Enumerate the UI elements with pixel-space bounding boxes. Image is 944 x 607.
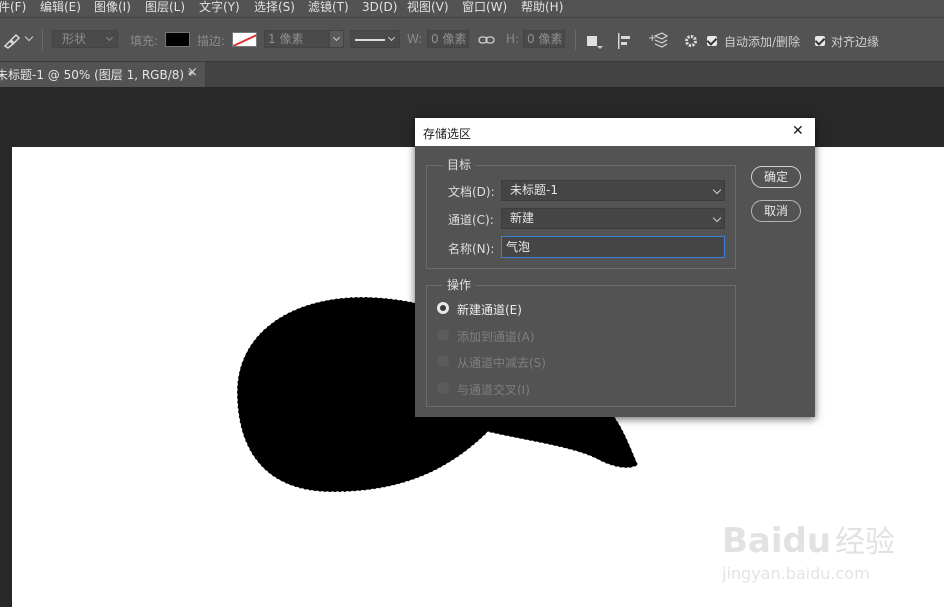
chevron-down-icon <box>712 185 722 195</box>
ok-button[interactable]: 确定 <box>751 166 801 188</box>
menu-select[interactable]: 选择(S) <box>254 0 295 17</box>
menu-image[interactable]: 图像(I) <box>94 0 131 17</box>
chevron-down-icon <box>387 33 396 42</box>
fill-swatch[interactable] <box>165 32 190 47</box>
name-input[interactable]: 气泡 <box>501 236 725 258</box>
divider <box>42 30 43 50</box>
menu-layer[interactable]: 图层(L) <box>145 0 185 17</box>
watermark-brand: Bai <box>722 521 783 561</box>
link-icon[interactable] <box>478 34 496 46</box>
menu-edit[interactable]: 编辑(E) <box>40 0 81 17</box>
add-to-channel-radio <box>437 329 449 341</box>
align-edges-checkbox[interactable] <box>815 36 825 46</box>
path-alignment-icon[interactable] <box>617 32 633 50</box>
channel-select-value: 新建 <box>510 211 535 225</box>
subtract-from-channel-radio <box>437 355 449 367</box>
close-tab-icon[interactable]: × <box>187 65 198 80</box>
watermark-url: jingyan.baidu.com <box>722 564 870 583</box>
auto-add-delete-label: 自动添加/删除 <box>724 35 801 49</box>
menu-bar: 件(F) 编辑(E) 图像(I) 图层(L) 文字(Y) 选择(S) 滤镜(T)… <box>0 0 944 17</box>
channel-select[interactable]: 新建 <box>501 208 725 229</box>
stroke-label: 描边: <box>197 34 226 48</box>
subtract-from-channel-label: 从通道中减去(S) <box>457 356 546 370</box>
divider <box>575 30 576 50</box>
fill-label: 填充: <box>130 34 159 48</box>
baidu-jingyan-watermark: Baidu 经验 <box>722 517 895 561</box>
document-label: 文档(D): <box>448 185 495 199</box>
height-field[interactable]: 0 像素 <box>523 30 565 48</box>
pen-tool-icon[interactable] <box>2 31 22 49</box>
height-value: 0 像素 <box>527 32 563 46</box>
channel-label: 通道(C): <box>448 213 494 227</box>
stroke-swatch[interactable] <box>232 32 257 47</box>
menu-filter[interactable]: 滤镜(T) <box>308 0 349 17</box>
mode-value: 形状 <box>62 32 87 46</box>
menu-3d[interactable]: 3D(D) <box>362 0 397 17</box>
menu-view[interactable]: 视图(V) <box>407 0 449 17</box>
document-select-value: 未标题-1 <box>510 183 558 197</box>
stroke-line-preview <box>355 39 385 41</box>
menu-type[interactable]: 文字(Y) <box>199 0 240 17</box>
w-label: W: <box>407 32 423 46</box>
stroke-type-select[interactable] <box>350 30 400 48</box>
new-channel-radio[interactable] <box>437 302 449 314</box>
menu-window[interactable]: 窗口(W) <box>462 0 507 17</box>
width-field[interactable]: 0 像素 <box>427 30 469 48</box>
name-label: 名称(N): <box>448 242 495 256</box>
chevron-down-icon <box>105 33 114 42</box>
menu-help[interactable]: 帮助(H) <box>521 0 563 17</box>
name-input-value: 气泡 <box>506 240 531 254</box>
width-value: 0 像素 <box>431 32 467 46</box>
document-tab-bar: 未标题-1 @ 50% (图层 1, RGB/8) * × <box>0 62 944 87</box>
add-to-channel-label: 添加到通道(A) <box>457 330 535 344</box>
path-operations-icon[interactable] <box>587 36 597 46</box>
tool-preset-chevron-icon[interactable] <box>24 32 34 42</box>
align-edges-label: 对齐边缘 <box>831 35 880 49</box>
options-bar: 形状 填充: 描边: 1 像素 W: 0 像素 H: 0 像素 + 自动添加/删… <box>0 17 944 62</box>
watermark-cn: 经验 <box>835 525 896 560</box>
mode-select[interactable]: 形状 <box>52 30 118 48</box>
cancel-button[interactable]: 取消 <box>751 200 801 222</box>
chevron-down-icon <box>597 46 603 49</box>
gear-icon[interactable] <box>683 33 699 49</box>
dialog-title-bar: 存储选区 ✕ <box>415 118 815 146</box>
intersect-with-channel-radio <box>437 382 449 394</box>
stroke-width-value: 1 像素 <box>268 32 304 46</box>
target-legend: 目标 <box>443 158 476 172</box>
document-select[interactable]: 未标题-1 <box>501 180 725 201</box>
watermark-paw: du <box>782 521 832 561</box>
chevron-down-icon <box>712 213 722 223</box>
document-tab-title: 未标题-1 @ 50% (图层 1, RGB/8) * <box>0 68 194 82</box>
auto-add-delete-checkbox[interactable] <box>707 36 717 46</box>
svg-text:+: + <box>648 33 656 44</box>
menu-file[interactable]: 件(F) <box>0 0 26 17</box>
intersect-with-channel-label: 与通道交叉(I) <box>457 383 530 397</box>
operation-legend: 操作 <box>443 278 476 292</box>
path-arrangement-icon[interactable]: + <box>648 31 668 49</box>
stroke-width-field[interactable]: 1 像素 <box>264 30 344 48</box>
h-label: H: <box>506 32 520 46</box>
document-tab[interactable]: 未标题-1 @ 50% (图层 1, RGB/8) * × <box>0 62 205 87</box>
save-selection-dialog: 存储选区 ✕ 目标 文档(D): 未标题-1 通道(C): 新建 名称(N): … <box>415 118 815 417</box>
new-channel-label: 新建通道(E) <box>457 303 522 317</box>
close-icon[interactable]: ✕ <box>792 123 804 139</box>
dialog-title: 存储选区 <box>423 127 472 141</box>
